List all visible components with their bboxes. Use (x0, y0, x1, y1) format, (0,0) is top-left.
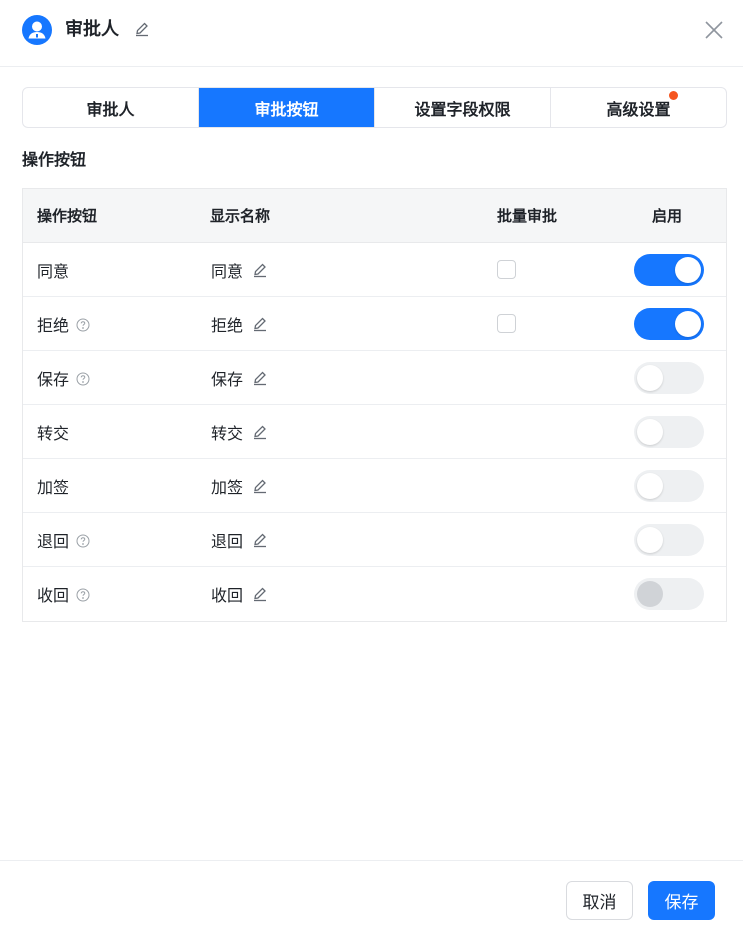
action-cell: 转交 (37, 405, 69, 459)
question-circle-icon[interactable] (76, 533, 90, 548)
tab-label: 高级设置 (606, 99, 671, 119)
action-cell: 退回 (37, 513, 90, 567)
pencil-icon[interactable] (252, 316, 268, 332)
action-cell: 保存 (37, 351, 90, 405)
display-name-label: 同意 (211, 262, 244, 281)
toggle-knob (637, 419, 663, 445)
tab-field-permissions[interactable]: 设置字段权限 (375, 88, 551, 127)
display-name-cell: 同意 (211, 243, 268, 297)
action-cell: 收回 (37, 567, 90, 621)
toggle-knob (637, 365, 663, 391)
display-name-cell: 保存 (211, 351, 268, 405)
tab-label: 审批按钮 (254, 99, 319, 119)
table-row: 收回 收回 (23, 567, 726, 621)
column-header-display-name: 显示名称 (210, 207, 271, 225)
user-avatar-icon (22, 15, 52, 45)
enable-toggle[interactable] (634, 254, 704, 286)
pencil-icon[interactable] (252, 370, 268, 386)
dialog-footer: 取消 保存 (0, 860, 743, 931)
column-header-batch: 批量审批 (497, 207, 558, 225)
enable-toggle[interactable] (634, 470, 704, 502)
display-name-cell: 转交 (211, 405, 268, 459)
display-name-cell: 加签 (211, 459, 268, 513)
action-cell: 同意 (37, 243, 69, 297)
display-name-cell: 收回 (211, 567, 268, 621)
pencil-icon[interactable] (252, 262, 268, 278)
tab-approver[interactable]: 审批人 (23, 88, 199, 127)
tab-label: 设置字段权限 (414, 99, 511, 119)
question-circle-icon[interactable] (76, 371, 90, 386)
action-label: 加签 (37, 478, 70, 497)
action-label: 拒绝 (37, 316, 70, 335)
dialog-header: 审批人 (0, 0, 743, 67)
table-row: 转交 转交 (23, 405, 726, 459)
enable-toggle[interactable] (634, 362, 704, 394)
enable-toggle[interactable] (634, 308, 704, 340)
tab-approval-buttons[interactable]: 审批按钮 (199, 88, 375, 127)
table-row: 拒绝 拒绝 (23, 297, 726, 351)
display-name-label: 退回 (211, 532, 244, 551)
action-label: 转交 (37, 424, 70, 443)
cancel-button[interactable]: 取消 (566, 881, 633, 920)
tab-label: 审批人 (86, 99, 135, 119)
display-name-cell: 拒绝 (211, 297, 268, 351)
table-row: 退回 退回 (23, 513, 726, 567)
table-header: 操作按钮 显示名称 批量审批 启用 (23, 189, 726, 243)
toggle-knob (675, 311, 701, 337)
display-name-label: 拒绝 (211, 316, 244, 335)
display-name-label: 保存 (211, 370, 244, 389)
pencil-icon[interactable] (252, 478, 268, 494)
action-label: 保存 (37, 370, 70, 389)
column-header-enabled: 启用 (652, 207, 683, 225)
display-name-label: 收回 (211, 586, 244, 605)
action-cell: 拒绝 (37, 297, 90, 351)
enable-toggle[interactable] (634, 416, 704, 448)
question-circle-icon[interactable] (76, 317, 90, 332)
action-label: 同意 (37, 262, 70, 281)
batch-approval-checkbox[interactable] (497, 314, 516, 333)
edit-title-pencil-icon[interactable] (134, 21, 150, 37)
table-body: 同意 同意拒绝 拒绝保存 保存转交 转交加签 加签退回 退回收回 收回 (23, 243, 726, 621)
display-name-cell: 退回 (211, 513, 268, 567)
pencil-icon[interactable] (252, 532, 268, 548)
action-label: 退回 (37, 532, 70, 551)
batch-approval-checkbox[interactable] (497, 260, 516, 279)
toggle-knob (675, 257, 701, 283)
enable-toggle[interactable] (634, 524, 704, 556)
action-cell: 加签 (37, 459, 69, 513)
table-row: 同意 同意 (23, 243, 726, 297)
tab-advanced-settings[interactable]: 高级设置 (551, 88, 726, 127)
action-buttons-table: 操作按钮 显示名称 批量审批 启用 同意 同意拒绝 拒绝保存 保存转交 转交加签 加签退回… (22, 188, 727, 622)
toggle-knob (637, 473, 663, 499)
action-label: 收回 (37, 586, 70, 605)
notification-dot (669, 91, 678, 100)
display-name-label: 加签 (211, 478, 244, 497)
display-name-label: 转交 (211, 424, 244, 443)
table-row: 保存 保存 (23, 351, 726, 405)
settings-tabs: 审批人 审批按钮 设置字段权限 高级设置 (22, 87, 727, 128)
section-title: 操作按钮 (22, 150, 87, 169)
column-header-action: 操作按钮 (37, 207, 98, 225)
dialog-title: 审批人 (65, 19, 119, 40)
save-button[interactable]: 保存 (648, 881, 715, 920)
pencil-icon[interactable] (252, 586, 268, 602)
pencil-icon[interactable] (252, 424, 268, 440)
table-row: 加签 加签 (23, 459, 726, 513)
enable-toggle (634, 578, 704, 610)
toggle-knob (637, 581, 663, 607)
close-icon[interactable] (703, 19, 725, 41)
question-circle-icon[interactable] (76, 587, 90, 602)
toggle-knob (637, 527, 663, 553)
